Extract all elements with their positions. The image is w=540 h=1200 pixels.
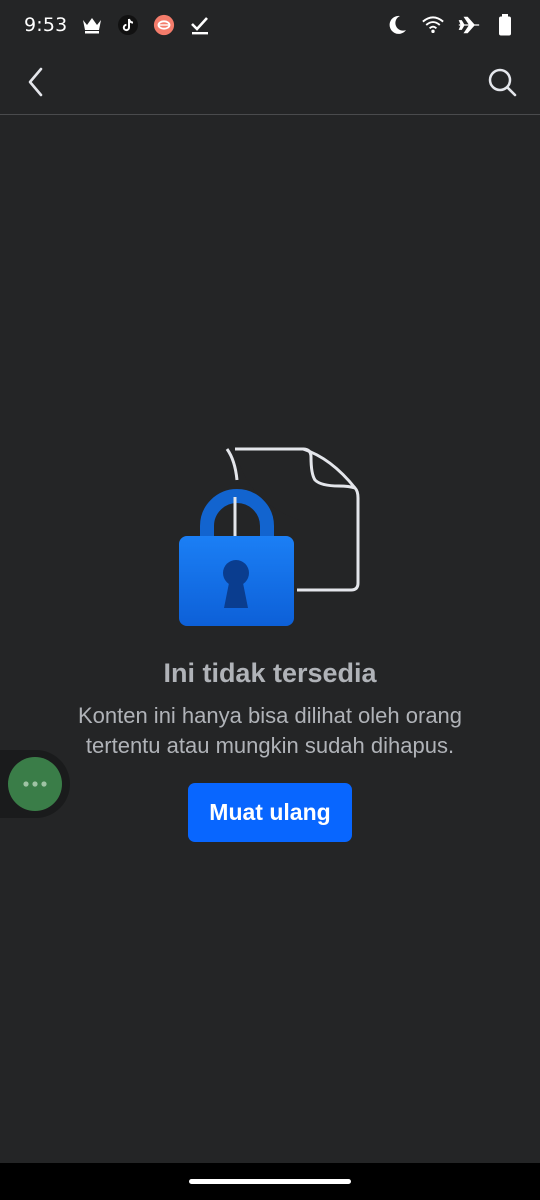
home-indicator[interactable] — [189, 1179, 351, 1184]
status-left-group: 9:53 — [24, 14, 211, 36]
back-button[interactable] — [18, 64, 54, 100]
locked-content-illustration — [175, 440, 365, 630]
status-bar: 9:53 — [0, 0, 540, 50]
app-notification-icon — [153, 14, 175, 36]
floating-chat-bubble[interactable] — [8, 757, 62, 811]
more-dots-icon — [23, 781, 47, 787]
tiktok-icon — [117, 14, 139, 36]
airplane-icon — [458, 14, 480, 36]
status-right-group — [386, 14, 516, 36]
search-button[interactable] — [484, 64, 520, 100]
moon-icon — [386, 14, 408, 36]
padlock-icon — [179, 489, 294, 626]
system-nav-bar — [0, 1163, 540, 1200]
reload-button[interactable]: Muat ulang — [188, 783, 352, 842]
checkmark-icon — [189, 14, 211, 36]
wifi-icon — [422, 14, 444, 36]
crown-icon — [81, 14, 103, 36]
unavailable-description: Konten ini hanya bisa dilihat oleh orang… — [77, 703, 463, 758]
unavailable-title: Ini tidak tersedia — [163, 658, 377, 688]
battery-icon — [494, 14, 516, 36]
chevron-left-icon — [28, 67, 43, 97]
app-bar — [0, 50, 540, 115]
status-time: 9:53 — [24, 14, 68, 36]
search-icon — [488, 68, 517, 97]
